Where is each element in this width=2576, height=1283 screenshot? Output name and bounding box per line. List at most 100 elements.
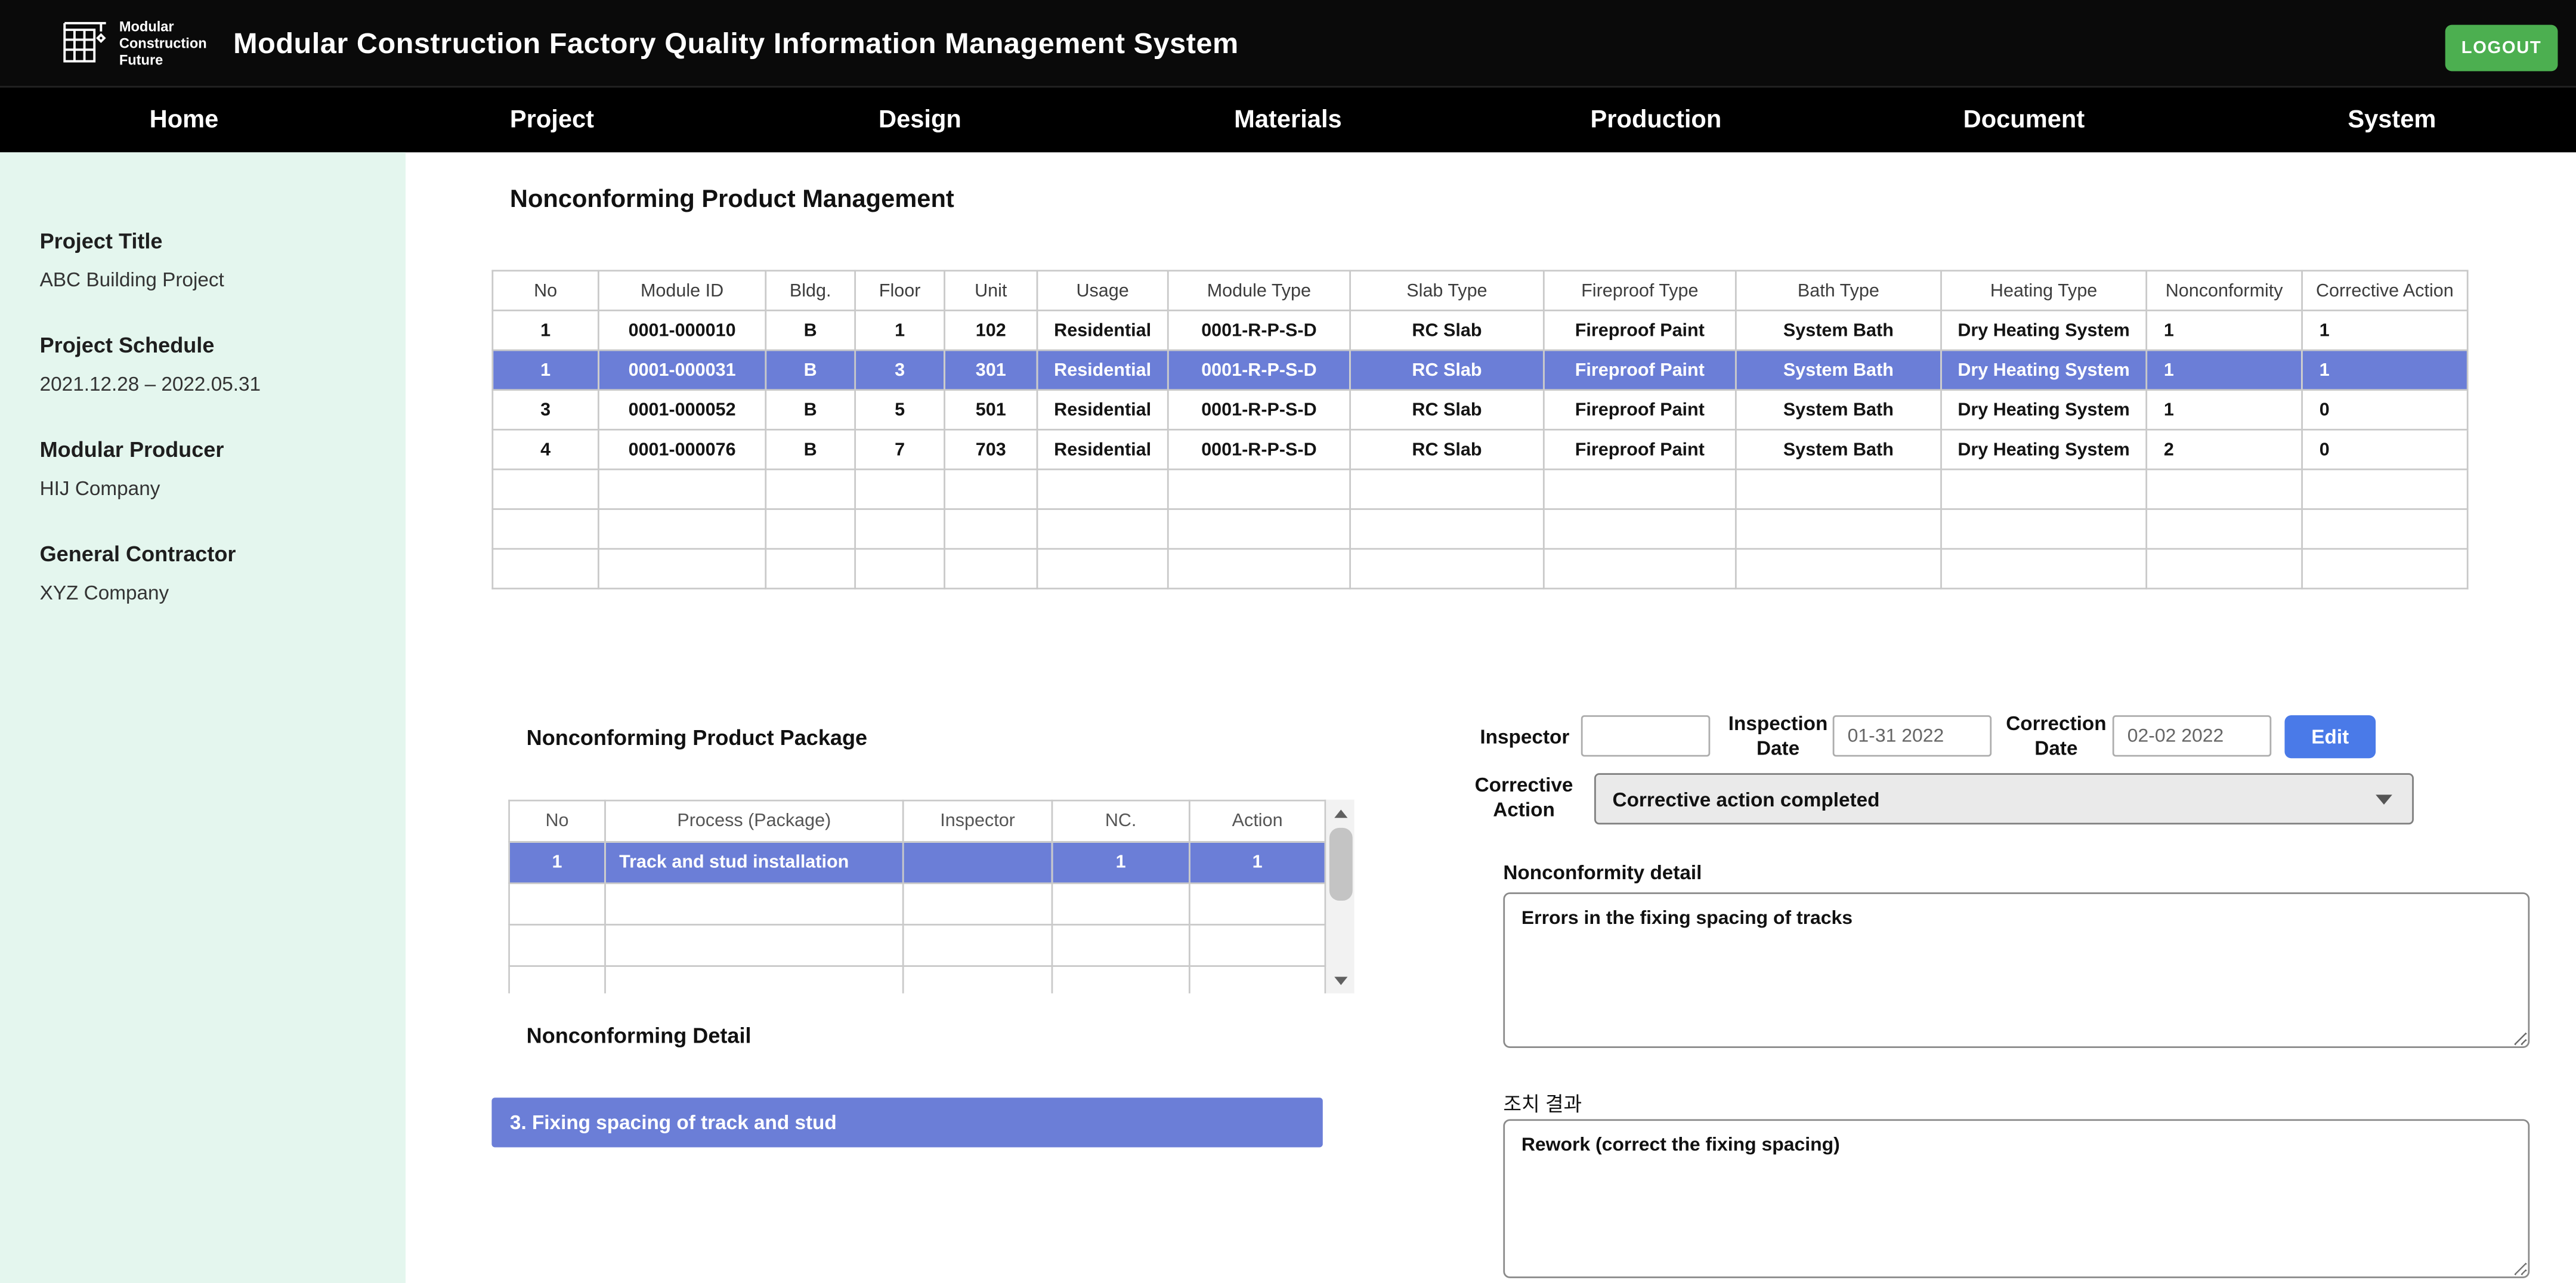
cell[interactable]: Residential — [1037, 350, 1168, 390]
nonconformity-detail-textarea[interactable]: Errors in the fixing spacing of tracks — [1503, 892, 2529, 1048]
cell[interactable]: 1 — [2147, 310, 2302, 350]
scroll-up-icon[interactable] — [1326, 800, 1354, 826]
logo-line-3: Future — [119, 51, 207, 68]
triangle-up-icon — [1334, 809, 1347, 817]
cell[interactable]: 1 — [2302, 350, 2468, 390]
table-row[interactable]: 3 0001-000052 B 5 501 Residential 0001-R… — [493, 390, 2467, 430]
nonconformity-detail-label: Nonconformity detail — [1503, 861, 1702, 884]
nav-item-project[interactable]: Project — [368, 88, 736, 152]
cell[interactable]: 2 — [2147, 429, 2302, 469]
table-row[interactable]: 4 0001-000076 B 7 703 Residential 0001-R… — [493, 429, 2467, 469]
cell[interactable]: Residential — [1037, 390, 1168, 430]
nav-item-materials[interactable]: Materials — [1104, 88, 1472, 152]
logout-button[interactable]: LOGOUT — [2445, 25, 2558, 72]
cell[interactable]: 3 — [493, 390, 599, 430]
package-table-header-row: No Process (Package) Inspector NC. Actio… — [509, 800, 1325, 842]
cell[interactable]: System Bath — [1736, 310, 1941, 350]
scrollbar-thumb[interactable] — [1329, 828, 1353, 901]
empty-cell — [945, 509, 1037, 549]
cell[interactable] — [903, 842, 1052, 883]
scroll-down-icon[interactable] — [1326, 967, 1354, 993]
cell[interactable]: Fireproof Paint — [1544, 429, 1736, 469]
edit-button[interactable]: Edit — [2284, 715, 2376, 758]
empty-cell — [855, 469, 945, 509]
cell[interactable]: B — [766, 350, 855, 390]
empty-cell — [1350, 469, 1544, 509]
cell[interactable]: 0 — [2302, 429, 2468, 469]
empty-cell — [598, 469, 765, 509]
inspector-input[interactable] — [1581, 715, 1711, 756]
nonconforming-product-table: No Module ID Bldg. Floor Unit Usage Modu… — [491, 270, 2468, 589]
cell[interactable]: 5 — [855, 390, 945, 430]
cell[interactable]: 1 — [2147, 350, 2302, 390]
cell[interactable]: 0001-000076 — [598, 429, 765, 469]
nav-item-system[interactable]: System — [2208, 88, 2576, 152]
cell[interactable]: RC Slab — [1350, 350, 1544, 390]
inspection-date-input[interactable] — [1833, 715, 1991, 756]
empty-cell — [1052, 966, 1189, 994]
cell[interactable]: 1 — [509, 842, 605, 883]
cell[interactable]: B — [766, 390, 855, 430]
cell[interactable]: Fireproof Paint — [1544, 390, 1736, 430]
cell[interactable]: RC Slab — [1350, 390, 1544, 430]
cell[interactable]: Dry Heating System — [1941, 429, 2147, 469]
cell[interactable]: B — [766, 429, 855, 469]
cell[interactable]: 501 — [945, 390, 1037, 430]
table-row[interactable]: 1 0001-000010 B 1 102 Residential 0001-R… — [493, 310, 2467, 350]
cell[interactable]: 1 — [855, 310, 945, 350]
nav-item-document[interactable]: Document — [1840, 88, 2208, 152]
corrective-action-select[interactable]: Corrective action completed — [1594, 773, 2414, 824]
cell[interactable]: 102 — [945, 310, 1037, 350]
nav-item-design[interactable]: Design — [736, 88, 1104, 152]
cell[interactable]: 1 — [1052, 842, 1189, 883]
cell[interactable]: Track and stud installation — [605, 842, 904, 883]
correction-date-label: Correction Date — [2003, 712, 2110, 763]
cell[interactable]: 0001-R-P-S-D — [1168, 310, 1350, 350]
package-table-scrollbar[interactable] — [1326, 800, 1354, 994]
sidebar-modular-producer-value: HIJ Company — [40, 477, 366, 500]
detail-item-selected[interactable]: 3. Fixing spacing of track and stud — [491, 1097, 1322, 1147]
cell[interactable]: System Bath — [1736, 429, 1941, 469]
cell[interactable]: Dry Heating System — [1941, 310, 2147, 350]
cell[interactable]: 7 — [855, 429, 945, 469]
cell[interactable]: 301 — [945, 350, 1037, 390]
action-result-textarea[interactable]: Rework (correct the fixing spacing) — [1503, 1119, 2529, 1278]
cell[interactable]: Residential — [1037, 429, 1168, 469]
cell[interactable]: 0001-000052 — [598, 390, 765, 430]
cell[interactable]: System Bath — [1736, 390, 1941, 430]
cell[interactable]: Residential — [1037, 310, 1168, 350]
cell[interactable]: 1 — [493, 310, 599, 350]
package-row-selected[interactable]: 1 Track and stud installation 1 1 — [509, 842, 1325, 883]
cell[interactable]: 1 — [2302, 310, 2468, 350]
correction-date-input[interactable] — [2113, 715, 2271, 756]
cell[interactable]: Dry Heating System — [1941, 390, 2147, 430]
cell[interactable]: B — [766, 310, 855, 350]
cell[interactable]: Dry Heating System — [1941, 350, 2147, 390]
empty-cell — [2302, 469, 2468, 509]
nav-item-production[interactable]: Production — [1472, 88, 1840, 152]
cell[interactable]: 3 — [855, 350, 945, 390]
empty-cell — [1052, 883, 1189, 925]
action-result-label: 조치 결과 — [1503, 1089, 1582, 1117]
cell[interactable]: 0 — [2302, 390, 2468, 430]
cell[interactable]: 0001-R-P-S-D — [1168, 350, 1350, 390]
cell[interactable]: 4 — [493, 429, 599, 469]
cell[interactable]: 1 — [493, 350, 599, 390]
cell[interactable]: Fireproof Paint — [1544, 310, 1736, 350]
cell[interactable]: 0001-R-P-S-D — [1168, 429, 1350, 469]
cell[interactable]: 703 — [945, 429, 1037, 469]
cell[interactable]: RC Slab — [1350, 310, 1544, 350]
cell[interactable]: RC Slab — [1350, 429, 1544, 469]
cell[interactable]: 0001-000031 — [598, 350, 765, 390]
cell[interactable]: 1 — [2147, 390, 2302, 430]
cell[interactable]: System Bath — [1736, 350, 1941, 390]
cell[interactable]: 0001-R-P-S-D — [1168, 390, 1350, 430]
cell[interactable]: 0001-000010 — [598, 310, 765, 350]
empty-cell — [2302, 549, 2468, 589]
column-header: Process (Package) — [605, 800, 904, 842]
table-row-selected[interactable]: 1 0001-000031 B 3 301 Residential 0001-R… — [493, 350, 2467, 390]
nav-item-home[interactable]: Home — [0, 88, 368, 152]
cell[interactable]: 1 — [1189, 842, 1325, 883]
column-header: Bldg. — [766, 271, 855, 311]
cell[interactable]: Fireproof Paint — [1544, 350, 1736, 390]
